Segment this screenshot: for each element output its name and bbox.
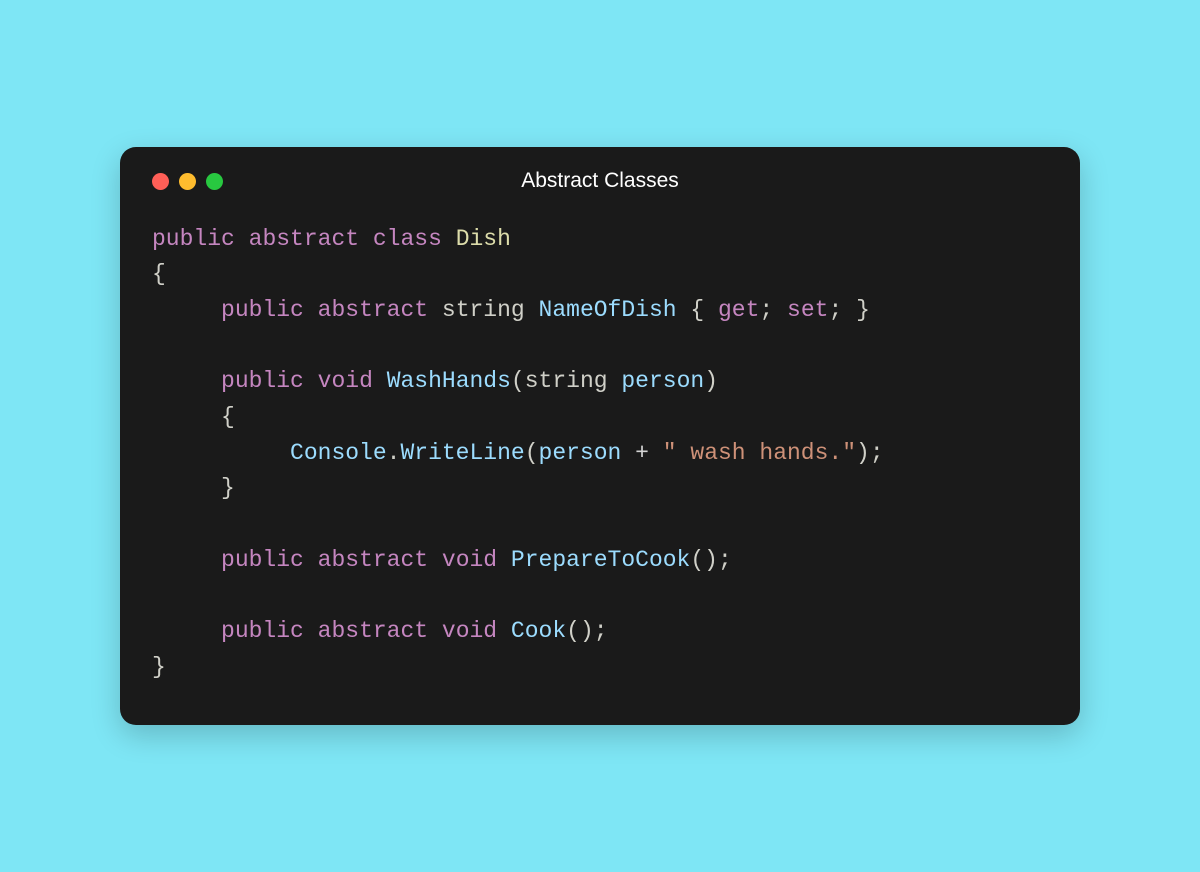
keyword-abstract: abstract [318, 547, 428, 573]
keyword-class: class [373, 226, 442, 252]
property-name: NameOfDish [539, 297, 677, 323]
window-title: Abstract Classes [521, 169, 679, 193]
maximize-icon[interactable] [206, 173, 223, 190]
string-literal: " wash hands." [663, 440, 856, 466]
dot: . [387, 440, 401, 466]
keyword-abstract: abstract [249, 226, 359, 252]
keyword-public: public [152, 226, 235, 252]
param-name: person [621, 368, 704, 394]
keyword-get: get [718, 297, 759, 323]
semicolon: ; [870, 440, 884, 466]
code-block: public abstract class Dish { public abst… [152, 222, 1048, 685]
method-writeline: WriteLine [400, 440, 524, 466]
type-string: string [442, 297, 525, 323]
keyword-public: public [221, 368, 304, 394]
method-name: PrepareToCook [511, 547, 690, 573]
keyword-set: set [787, 297, 828, 323]
paren-open: ( [511, 368, 525, 394]
keyword-public: public [221, 297, 304, 323]
param-type: string [525, 368, 608, 394]
keyword-void: void [442, 618, 497, 644]
indent [152, 440, 290, 466]
method-name: WashHands [387, 368, 511, 394]
method-name: Cook [511, 618, 566, 644]
brace-close: } [221, 475, 235, 501]
brace-close: } [152, 654, 166, 680]
brace-open: { [690, 297, 704, 323]
brace-close: } [856, 297, 870, 323]
paren-close: ) [704, 368, 718, 394]
parens: (); [566, 618, 607, 644]
semicolon: ; [759, 297, 773, 323]
indent [152, 297, 221, 323]
keyword-abstract: abstract [318, 297, 428, 323]
indent [152, 547, 221, 573]
indent [152, 618, 221, 644]
code-window: Abstract Classes public abstract class D… [120, 147, 1080, 725]
indent [152, 368, 221, 394]
keyword-abstract: abstract [318, 618, 428, 644]
indent [152, 475, 221, 501]
plus-operator: + [635, 440, 649, 466]
variable-person: person [539, 440, 622, 466]
paren-open: ( [525, 440, 539, 466]
indent [152, 404, 221, 430]
keyword-public: public [221, 618, 304, 644]
keyword-public: public [221, 547, 304, 573]
brace-open: { [221, 404, 235, 430]
titlebar: Abstract Classes [152, 173, 1048, 190]
close-icon[interactable] [152, 173, 169, 190]
minimize-icon[interactable] [179, 173, 196, 190]
semicolon: ; [828, 297, 842, 323]
class-name: Dish [456, 226, 511, 252]
brace-open: { [152, 261, 166, 287]
keyword-void: void [318, 368, 373, 394]
parens: (); [690, 547, 731, 573]
traffic-lights [152, 173, 223, 190]
keyword-void: void [442, 547, 497, 573]
paren-close: ) [856, 440, 870, 466]
console-class: Console [290, 440, 387, 466]
